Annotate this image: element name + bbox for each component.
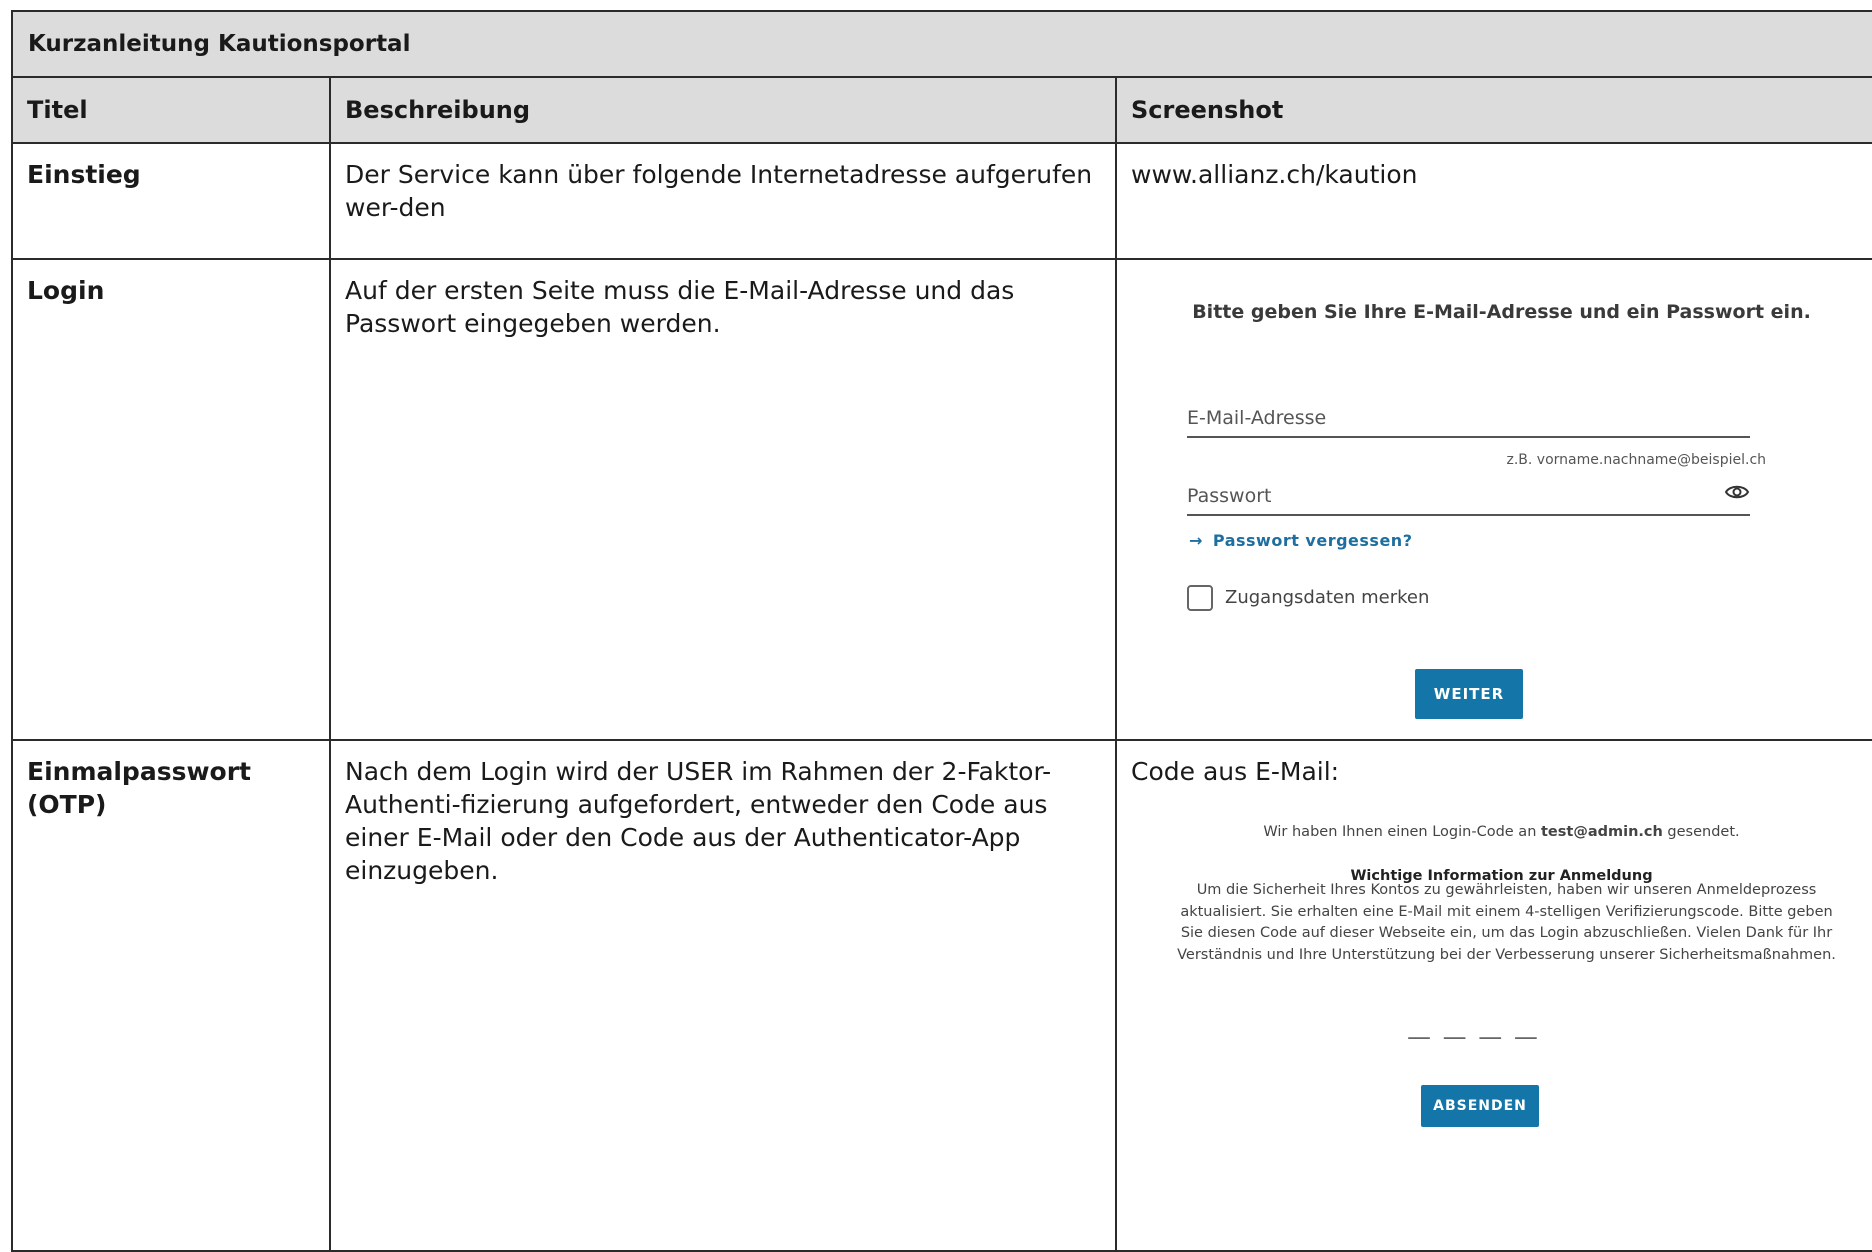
forgot-password-link[interactable]: → Passwort vergessen? [1189, 524, 1412, 557]
email-field[interactable]: E-Mail-Adresse [1187, 402, 1750, 438]
otp-info-text: Um die Sicherheit Ihres Kontos zu gewähr… [1177, 882, 1836, 963]
weiter-button[interactable]: WEITER [1415, 669, 1523, 719]
kurzanleitung-table: Kurzanleitung Kautionsportal Titel Besch… [10, 10, 1872, 1252]
row-title: Login [11, 258, 331, 741]
table-row-einstieg: Einstieg Der Service kann über folgende … [11, 142, 1872, 260]
row-description: Auf der ersten Seite muss die E-Mail-Adr… [329, 258, 1117, 741]
column-header-titel: Titel [11, 76, 331, 144]
otp-screenshot: Wir haben Ihnen einen Login-Code an test… [1117, 788, 1872, 1228]
row-description: Nach dem Login wird der USER im Rahmen d… [329, 739, 1117, 1252]
otp-sent-message: Wir haben Ihnen einen Login-Code an test… [1117, 816, 1872, 849]
absenden-button[interactable]: ABSENDEN [1421, 1085, 1539, 1127]
document-title: Kurzanleitung Kautionsportal [10, 10, 1872, 78]
remember-label: Zugangsdaten merken [1225, 587, 1430, 608]
arrow-right-icon: → [1189, 531, 1203, 550]
remember-credentials[interactable]: Zugangsdaten merken [1187, 581, 1429, 614]
row-title: Einmalpasswort (OTP) [11, 739, 331, 1252]
column-header-beschreibung: Beschreibung [329, 76, 1117, 144]
otp-sent-suffix: gesendet. [1662, 824, 1740, 840]
login-heading: Bitte geben Sie Ihre E-Mail-Adresse und … [1192, 301, 1811, 323]
password-label: Passwort [1187, 485, 1272, 507]
eye-icon[interactable] [1724, 482, 1750, 502]
forgot-password-label: Passwort vergessen? [1212, 531, 1413, 550]
otp-screenshot-cell: Code aus E-Mail: Wir haben Ihnen einen L… [1114, 739, 1872, 1252]
email-label: E-Mail-Adresse [1187, 407, 1327, 429]
email-hint: z.B. vorname.nachname@beispiel.ch [1506, 452, 1767, 468]
table-row-login: Login Auf der ersten Seite muss die E-Ma… [11, 258, 1872, 741]
login-screenshot: Bitte geben Sie Ihre E-Mail-Adresse und … [1117, 274, 1872, 724]
otp-screenshot-label: Code aus E-Mail: [1131, 757, 1340, 786]
row-title: Einstieg [11, 142, 331, 260]
table-row-otp: Einmalpasswort (OTP) Nach dem Login wird… [11, 739, 1872, 1252]
otp-sent-prefix: Wir haben Ihnen einen Login-Code an [1263, 824, 1541, 840]
service-url: www.allianz.ch/kaution [1114, 142, 1872, 260]
otp-code-input[interactable]: — — — — [1407, 1021, 1540, 1054]
password-field[interactable]: Passwort [1187, 480, 1750, 516]
column-header-screenshot: Screenshot [1114, 76, 1872, 144]
otp-sent-email: test@admin.ch [1541, 824, 1663, 840]
login-screenshot-cell: Bitte geben Sie Ihre E-Mail-Adresse und … [1114, 258, 1872, 741]
remember-checkbox[interactable] [1187, 585, 1213, 611]
row-description: Der Service kann über folgende Interneta… [329, 142, 1117, 260]
